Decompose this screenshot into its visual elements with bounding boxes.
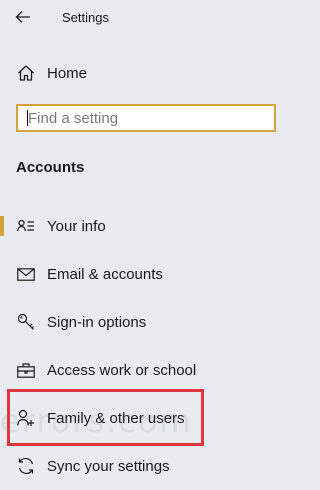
sidebar-item-email-accounts[interactable]: Email & accounts [0,254,281,294]
briefcase-icon [16,360,36,380]
selection-indicator [0,216,4,236]
app-title: Settings [62,10,109,25]
envelope-icon [16,264,36,284]
home-nav-item[interactable]: Home [0,58,281,88]
sidebar-item-sign-in-options[interactable]: Sign-in options [0,302,281,342]
sidebar-item-label: Your info [47,217,106,235]
sidebar-item-your-info[interactable]: Your info [0,206,281,246]
key-icon [16,312,36,332]
home-icon [17,64,35,82]
sidebar-item-label: Access work or school [47,361,197,379]
search-input[interactable] [18,106,268,130]
sidebar-item-label: Email & accounts [47,265,163,283]
section-heading: Accounts [16,159,85,176]
sidebar-item-label: Sync your settings [47,457,170,475]
home-label: Home [47,64,88,82]
sync-icon [16,456,36,476]
person-card-icon [16,216,36,236]
text-caret [27,110,28,126]
sidebar-item-sync-settings[interactable]: Sync your settings [0,446,281,486]
back-arrow-icon [15,10,31,24]
sidebar-item-access-work-school[interactable]: Access work or school [0,350,281,390]
highlight-box [7,389,204,446]
back-button[interactable] [10,6,36,28]
search-box[interactable] [16,104,276,132]
sidebar-item-label: Sign-in options [47,313,147,331]
title-bar: Settings [0,0,281,36]
